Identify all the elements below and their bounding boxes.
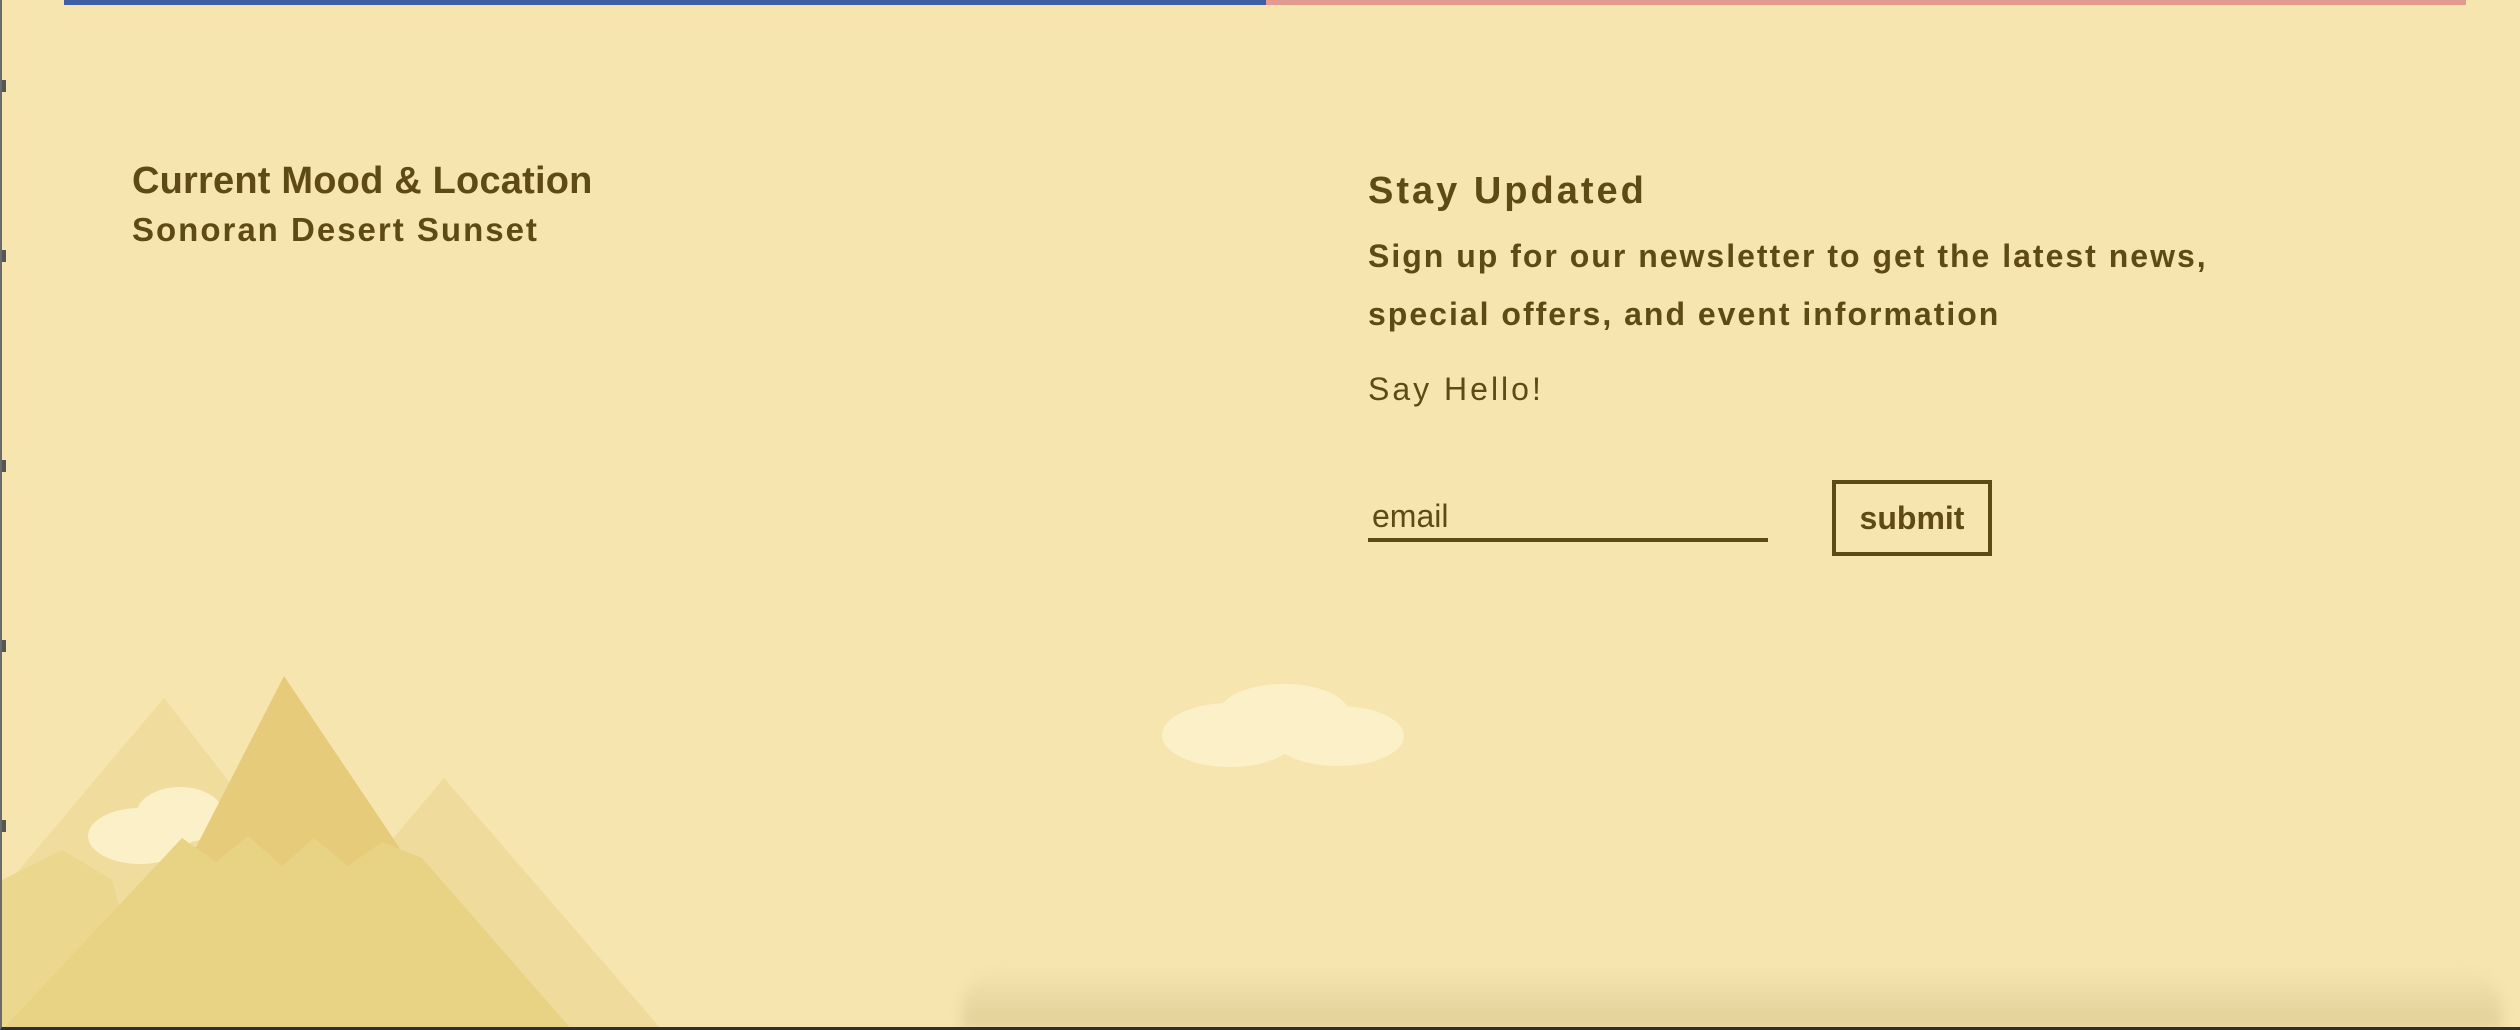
say-hello-text: Say Hello! (1368, 371, 1544, 407)
email-input[interactable] (1368, 494, 1768, 542)
newsletter-description: Sign up for our newsletter to get the la… (1368, 227, 2328, 343)
mood-block: Current Mood & Location Sonoran Desert S… (132, 160, 593, 249)
newsletter-description-line: special offers, and event information (1368, 296, 2001, 332)
cloud-icon (1162, 684, 1404, 767)
newsletter-title: Stay Updated (1368, 170, 1647, 212)
newsletter-block: Stay Updated Sign up for our newsletter … (1368, 170, 2328, 408)
footer-section: Current Mood & Location Sonoran Desert S… (0, 0, 2520, 1030)
mood-location: Sonoran Desert Sunset (132, 211, 539, 248)
desert-scene (2, 676, 1404, 1027)
newsletter-description-line: Sign up for our newsletter to get the la… (1368, 238, 2208, 274)
mood-title: Current Mood & Location (132, 160, 593, 202)
submit-button[interactable]: submit (1832, 480, 1992, 556)
bottom-shadow (962, 968, 2502, 1027)
